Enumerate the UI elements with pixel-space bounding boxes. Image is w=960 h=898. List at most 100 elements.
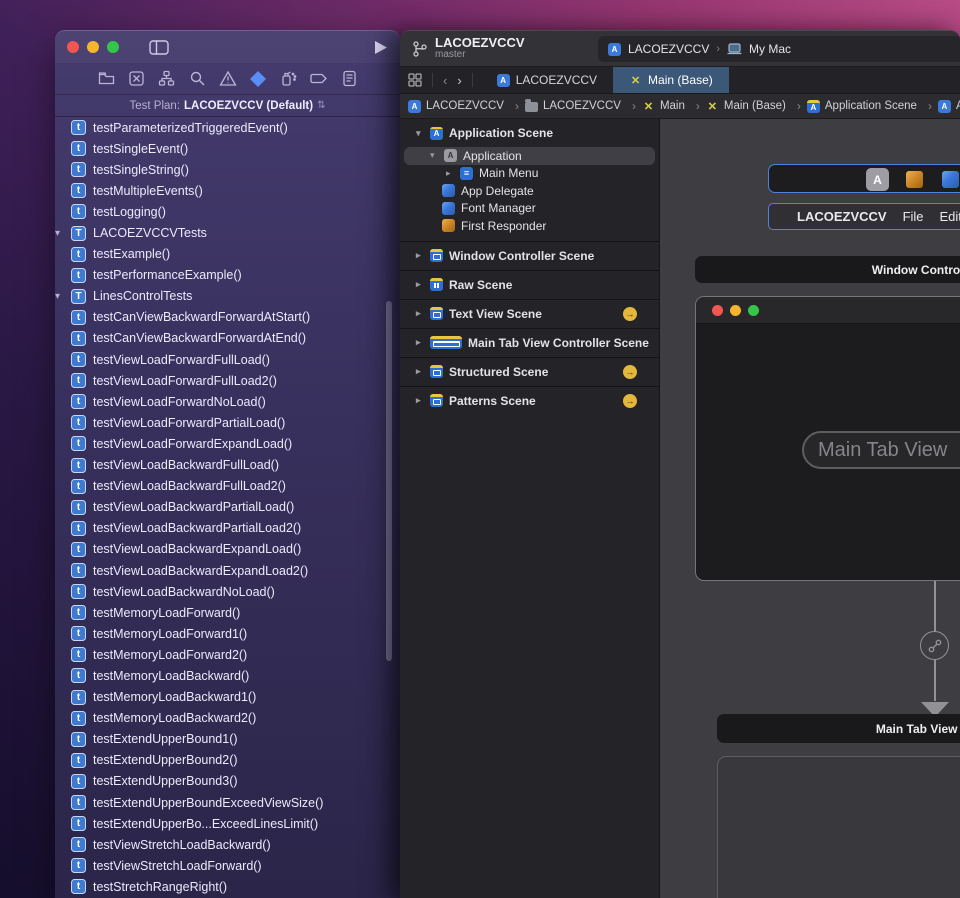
outline-row[interactable]: ▸ Text View Scene → [400, 298, 659, 328]
outline-row[interactable]: Font Manager [400, 200, 659, 218]
main-menu-bar[interactable]: LACOEZVCCV File Edit [768, 203, 960, 230]
run-tests-button[interactable] [374, 40, 388, 55]
disclosure-chevron-icon[interactable]: ▾ [55, 228, 71, 239]
project-navigator-icon[interactable] [97, 70, 115, 88]
editor-tab[interactable]: LACOEZVCCV [481, 67, 613, 93]
view-controller-view[interactable]: Row [717, 756, 960, 898]
test-plan-selector[interactable]: Test Plan: LACOEZVCCV (Default) ⇅ [55, 95, 400, 117]
test-row[interactable]: t testViewLoadBackwardExpandLoad() [55, 539, 400, 560]
disclosure-chevron-icon[interactable]: ▾ [416, 128, 430, 139]
test-row[interactable]: t testViewLoadBackwardPartialLoad() [55, 497, 400, 518]
test-row[interactable]: t testExample() [55, 244, 400, 265]
breadcrumb[interactable]: LACOEZVCCV › [408, 99, 525, 113]
first-responder-cube-icon[interactable] [906, 171, 923, 188]
test-row[interactable]: t testViewLoadBackwardExpandLoad2() [55, 560, 400, 581]
disclosure-chevron-icon[interactable]: ▸ [416, 366, 430, 377]
test-row[interactable]: t testViewLoadBackwardPartialLoad2() [55, 518, 400, 539]
disclosure-chevron-icon[interactable]: ▾ [55, 291, 71, 302]
test-row[interactable]: t testPerformanceExample() [55, 265, 400, 286]
disclosure-chevron-icon[interactable]: ▸ [416, 308, 430, 319]
window-controller-bar[interactable]: Window Controller [695, 256, 960, 283]
zoom-button[interactable] [748, 304, 759, 316]
segue-icon[interactable] [920, 631, 949, 660]
outline-row[interactable]: ▸ ≡ Main Menu [400, 165, 659, 183]
main-tab-view-placeholder[interactable]: Main Tab View [802, 431, 960, 469]
minimize-button[interactable] [87, 41, 99, 53]
breadcrumb[interactable]: Main › [642, 99, 706, 113]
forward-button[interactable]: › [457, 73, 461, 88]
breadcrumb[interactable]: LACOEZVCCV › [524, 99, 642, 113]
test-row[interactable]: t testCanViewBackwardForwardAtStart() [55, 307, 400, 328]
application-object-icon[interactable]: A [866, 168, 889, 191]
test-row[interactable]: t testMultipleEvents() [55, 180, 400, 201]
test-row[interactable]: t testViewLoadForwardPartialLoad() [55, 412, 400, 433]
test-row[interactable]: t testViewLoadForwardExpandLoad() [55, 433, 400, 454]
test-row[interactable]: t testViewLoadForwardNoLoad() [55, 391, 400, 412]
outline-row[interactable]: ▸ Main Tab View Controller Scene [400, 327, 659, 357]
disclosure-chevron-icon[interactable]: ▸ [416, 279, 430, 290]
disclosure-chevron-icon[interactable]: ▸ [416, 337, 430, 348]
outline-row[interactable]: ▸ Window Controller Scene [400, 240, 659, 270]
disclosure-chevron-icon[interactable]: ▸ [446, 168, 460, 179]
editor-tab[interactable]: Main (Base) [613, 67, 729, 93]
warning-badge[interactable]: → [623, 306, 637, 321]
test-row[interactable]: t testExtendUpperBound3() [55, 771, 400, 792]
test-row[interactable]: t testMemoryLoadForward1() [55, 623, 400, 644]
disclosure-chevron-icon[interactable]: ▸ [416, 395, 430, 406]
test-row[interactable]: t testMemoryLoadBackward2() [55, 708, 400, 729]
test-row[interactable]: t testLogging() [55, 201, 400, 222]
outline-row[interactable]: ▸ Raw Scene [400, 269, 659, 299]
menu-item[interactable]: File [903, 209, 924, 224]
back-button[interactable]: ‹ [443, 73, 447, 88]
scrollbar-thumb[interactable] [386, 301, 392, 661]
disclosure-chevron-icon[interactable]: ▸ [416, 250, 430, 261]
outline-row[interactable]: ▸ Patterns Scene → [400, 385, 659, 415]
test-row[interactable]: t testExtendUpperBound2() [55, 750, 400, 771]
zoom-button[interactable] [107, 41, 119, 53]
sidebar-toggle-icon[interactable] [149, 39, 169, 55]
storyboard-canvas[interactable]: A LACOEZVCCV File Edit Window Controller M… [660, 119, 960, 898]
minimize-button[interactable] [730, 304, 741, 316]
scheme-selector[interactable]: LACOEZVCCV › My Mac [598, 36, 960, 62]
test-row[interactable]: t testStretchRangeRight() [55, 876, 400, 897]
test-row[interactable]: t testViewLoadForwardFullLoad2() [55, 370, 400, 391]
source-control-navigator-icon[interactable] [127, 70, 145, 88]
main-tab-view-controller-bar[interactable]: Main Tab View Controller [717, 714, 960, 743]
test-row[interactable]: t testExtendUpperBound1() [55, 729, 400, 750]
tab-overview-icon[interactable] [408, 73, 422, 87]
test-row[interactable]: t testSingleEvent() [55, 138, 400, 159]
app-delegate-cube-icon[interactable] [942, 171, 959, 188]
breadcrumb[interactable]: Application Scene › [806, 99, 938, 113]
test-navigator-icon[interactable] [249, 70, 267, 88]
test-row[interactable]: t testExtendUpperBo...ExceedLinesLimit() [55, 813, 400, 834]
breadcrumb[interactable]: Main (Base) › [706, 99, 807, 113]
warning-badge[interactable]: → [623, 364, 637, 379]
test-row[interactable]: t testSingleString() [55, 159, 400, 180]
report-navigator-icon[interactable] [340, 70, 358, 88]
test-row[interactable]: t testViewLoadBackwardNoLoad() [55, 581, 400, 602]
outline-row[interactable]: ▾ A Application [404, 147, 655, 165]
outline-row[interactable]: ▸ Structured Scene → [400, 356, 659, 386]
breakpoint-navigator-icon[interactable] [309, 70, 328, 88]
test-row[interactable]: t testViewLoadBackwardFullLoad2() [55, 476, 400, 497]
application-scene-dock[interactable]: A [768, 164, 960, 193]
test-row[interactable]: ▾ T LinesControlTests [55, 286, 400, 307]
symbol-navigator-icon[interactable] [158, 70, 176, 88]
close-button[interactable] [712, 304, 723, 316]
debug-navigator-icon[interactable] [279, 70, 297, 88]
menu-item[interactable]: Edit [940, 209, 960, 224]
close-button[interactable] [67, 41, 79, 53]
menu-item[interactable]: LACOEZVCCV [797, 209, 887, 224]
test-row[interactable]: ▾ T LACOEZVCCVTests [55, 222, 400, 243]
outline-row[interactable]: App Delegate [400, 182, 659, 200]
test-row[interactable]: t testViewStretchLoadForward() [55, 855, 400, 876]
test-row[interactable]: t testMemoryLoadForward() [55, 602, 400, 623]
test-row[interactable]: t testExtendUpperBoundExceedViewSize() [55, 792, 400, 813]
outline-row[interactable]: First Responder [400, 217, 659, 235]
find-navigator-icon[interactable] [188, 70, 206, 88]
warning-badge[interactable]: → [623, 393, 637, 408]
test-row[interactable]: t testViewStretchLoadBackward() [55, 834, 400, 855]
test-row[interactable]: t testCanViewBackwardForwardAtEnd() [55, 328, 400, 349]
test-row[interactable]: t testMemoryLoadBackward1() [55, 687, 400, 708]
test-row[interactable]: t testParameterizedTriggeredEvent() [55, 117, 400, 138]
